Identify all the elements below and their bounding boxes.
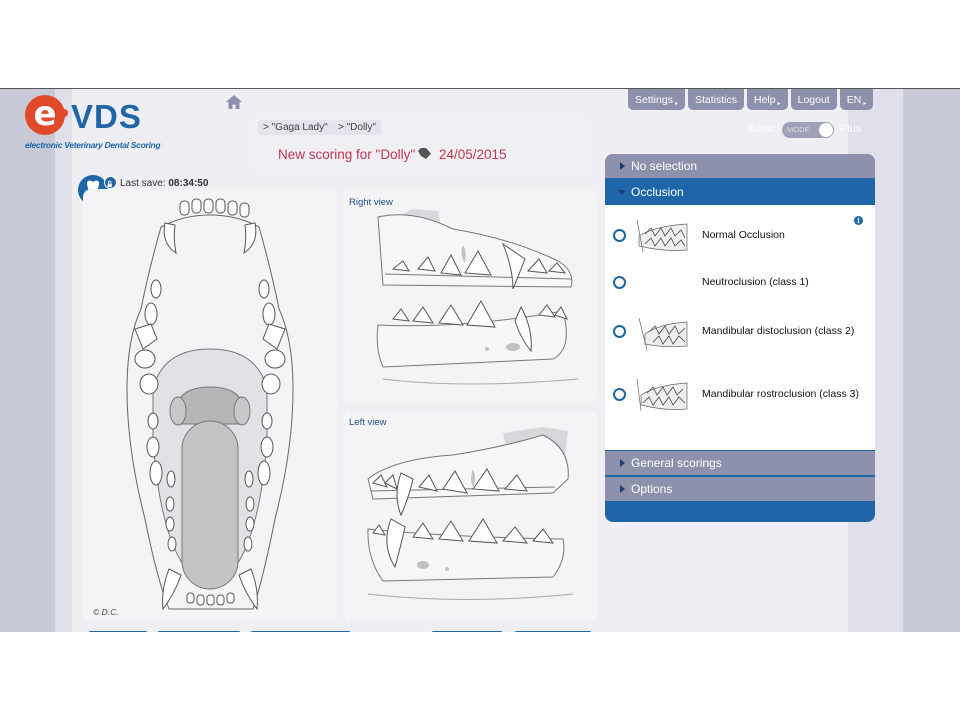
bottom-tab[interactable]: [156, 631, 242, 632]
radio-button[interactable]: [613, 325, 626, 338]
mode-basic-label: Basic: [748, 123, 775, 135]
lock-icon: [104, 176, 117, 189]
section-label: No selection: [631, 159, 698, 173]
radio-button[interactable]: [613, 229, 626, 242]
option-label: Mandibular rostroclusion (class 3): [702, 388, 859, 400]
language-menu[interactable]: EN ▸: [839, 89, 874, 110]
help-menu[interactable]: Help ▸: [746, 89, 788, 110]
copyright-label: © D.C.: [93, 607, 119, 617]
top-navigation: Settings ▸ Statistics Help ▸ Logout EN ▸: [628, 89, 874, 110]
option-mandibular-distoclusion[interactable]: Mandibular distoclusion (class 2): [605, 312, 875, 352]
chevron-right-icon: [620, 485, 625, 493]
bottom-tab[interactable]: [430, 631, 504, 632]
logo-subtitle: electronic Veterinary Dental Scoring: [25, 140, 161, 150]
section-general-scorings[interactable]: General scorings: [605, 451, 875, 475]
right-view-panel[interactable]: Right view: [343, 189, 597, 403]
skull-top-diagram: [126, 198, 294, 611]
mode-toggle-text: MODE: [787, 125, 810, 134]
section-occlusion[interactable]: Occlusion: [605, 180, 875, 204]
section-label: General scorings: [631, 456, 722, 470]
tag-icon: [418, 148, 431, 159]
occlusion-thumbnail: [638, 317, 688, 351]
logo-name: VDS: [71, 98, 142, 135]
skull-left-diagram: [367, 427, 574, 600]
chevron-right-icon: ▸: [863, 101, 867, 107]
statistics-label: Statistics: [694, 94, 737, 106]
logout-button[interactable]: Logout: [790, 89, 837, 110]
section-no-selection[interactable]: No selection: [605, 154, 875, 178]
occlusion-thumbnail: [636, 378, 688, 412]
statistics-button[interactable]: Statistics: [687, 89, 744, 110]
chevron-right-icon: [620, 162, 625, 170]
help-label: Help: [753, 94, 776, 106]
last-save-time: 08:34:50: [168, 178, 209, 189]
scoring-date: 24/05/2015: [439, 147, 507, 162]
section-label: Options: [631, 482, 673, 496]
app-window: e VDS electronic Veterinary Dental Scori…: [0, 88, 960, 632]
radio-button[interactable]: [613, 388, 626, 401]
scoring-title: New scoring for "Dolly": [278, 147, 416, 162]
settings-menu[interactable]: Settings ▸: [628, 89, 685, 110]
left-view-panel[interactable]: Left view: [343, 409, 597, 623]
bottom-tab[interactable]: [513, 631, 593, 632]
bottom-tab[interactable]: [249, 631, 352, 632]
option-label: Neutroclusion (class 1): [702, 276, 809, 288]
chevron-right-icon: [620, 459, 625, 467]
chevron-right-icon: ▸: [674, 101, 678, 107]
top-view-panel[interactable]: © D.C.: [83, 189, 337, 623]
mode-toggle[interactable]: MODE: [782, 122, 834, 138]
radio-button[interactable]: [613, 276, 626, 289]
mode-toggle-knob: [819, 123, 833, 137]
bottom-tab[interactable]: [87, 631, 149, 632]
option-mandibular-rostroclusion[interactable]: Mandibular rostroclusion (class 3): [605, 375, 875, 415]
scoring-panel: No selection Occlusion i Normal Occlusio…: [605, 154, 875, 522]
option-label: Normal Occlusion: [702, 229, 785, 241]
evds-logo[interactable]: e VDS electronic Veterinary Dental Scori…: [25, 93, 195, 153]
skull-right-diagram: [376, 209, 579, 385]
mode-plus-label: Plus: [840, 123, 862, 135]
breadcrumb-patient[interactable]: > "Dolly": [333, 120, 381, 135]
chevron-down-icon: [618, 190, 626, 195]
logout-label: Logout: [797, 94, 830, 106]
section-options[interactable]: Options: [605, 477, 875, 501]
option-normal-occlusion[interactable]: Normal Occlusion: [605, 216, 875, 256]
language-label: EN: [846, 94, 862, 106]
occlusion-thumbnail: [636, 219, 688, 253]
breadcrumb-patient-owner[interactable]: > "Gaga Lady": [258, 120, 333, 135]
occlusion-options: i Normal Occlusion Neutroclusion (class …: [605, 205, 875, 450]
section-label: Occlusion: [631, 185, 684, 199]
last-save-status: Last save: 08:34:50: [120, 178, 208, 189]
last-save-label: Last save:: [120, 178, 166, 189]
logo-letter: e: [25, 95, 65, 135]
settings-label: Settings: [635, 94, 673, 106]
option-neutroclusion[interactable]: Neutroclusion (class 1): [605, 263, 875, 303]
home-icon[interactable]: [226, 95, 242, 109]
option-label: Mandibular distoclusion (class 2): [702, 325, 855, 337]
logo-dot: [60, 109, 68, 117]
chevron-right-icon: ▸: [777, 101, 781, 107]
